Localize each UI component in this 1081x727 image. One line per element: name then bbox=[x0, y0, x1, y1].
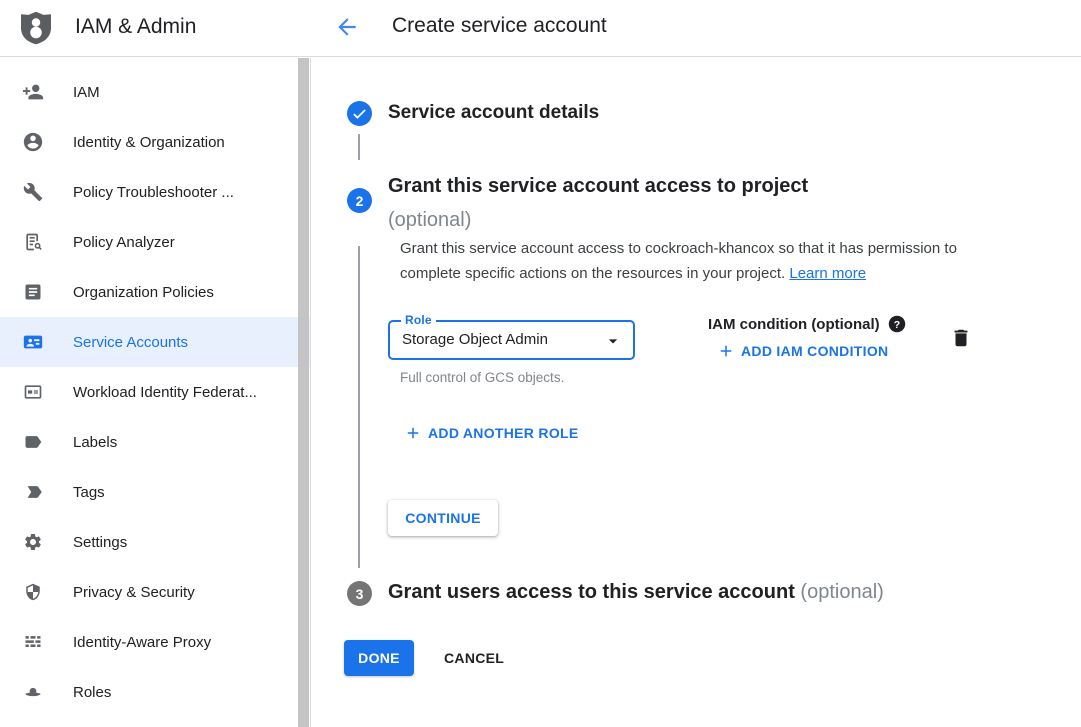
sidebar-item-workload-identity-federation[interactable]: Workload Identity Federat... bbox=[0, 367, 310, 417]
iam-condition-label: IAM condition (optional) bbox=[708, 316, 880, 333]
gear-icon bbox=[22, 531, 44, 553]
sidebar-item-label: IAM bbox=[73, 84, 100, 101]
continue-button[interactable]: CONTINUE bbox=[388, 500, 498, 536]
sidebar-item-label: Tags bbox=[73, 484, 105, 501]
step-connector bbox=[358, 134, 360, 160]
sidebar-item-identity-aware-proxy[interactable]: Identity-Aware Proxy bbox=[0, 617, 310, 667]
sidebar-item-organization-policies[interactable]: Organization Policies bbox=[0, 267, 310, 317]
learn-more-link[interactable]: Learn more bbox=[789, 265, 866, 282]
sidebar-item-tags[interactable]: Tags bbox=[0, 467, 310, 517]
step3-title: Grant users access to this service accou… bbox=[388, 581, 884, 604]
cancel-button[interactable]: CANCEL bbox=[444, 640, 504, 676]
sidebar-scrollbar[interactable] bbox=[298, 58, 309, 727]
person-add-icon bbox=[22, 81, 44, 103]
step3-optional-label: (optional) bbox=[800, 581, 883, 603]
delete-role-button[interactable] bbox=[948, 326, 974, 352]
sidebar-item-roles[interactable]: Roles bbox=[0, 667, 310, 717]
role-helper-text: Full control of GCS objects. bbox=[400, 370, 564, 385]
hat-icon bbox=[22, 681, 44, 703]
tag-icon bbox=[22, 481, 44, 503]
step2-title: Grant this service account access to pro… bbox=[388, 169, 948, 237]
app-header: IAM & Admin Create service account bbox=[0, 0, 1081, 57]
card-icon bbox=[22, 381, 44, 403]
sidebar-item-policy-analyzer[interactable]: Policy Analyzer bbox=[0, 217, 310, 267]
done-button[interactable]: DONE bbox=[344, 640, 414, 676]
sidebar-item-label: Organization Policies bbox=[73, 284, 214, 301]
sidebar-nav: IAM Identity & Organization Policy Troub… bbox=[0, 58, 311, 727]
back-button[interactable] bbox=[333, 14, 361, 42]
step2-title-text: Grant this service account access to pro… bbox=[388, 175, 808, 197]
sidebar-item-label: Policy Troubleshooter ... bbox=[73, 184, 234, 201]
sidebar-item-policy-troubleshooter[interactable]: Policy Troubleshooter ... bbox=[0, 167, 310, 217]
role-select-value: Storage Object Admin bbox=[402, 322, 548, 358]
proxy-icon bbox=[22, 631, 44, 653]
step3-title-text: Grant users access to this service accou… bbox=[388, 581, 795, 603]
step2-description: Grant this service account access to coc… bbox=[400, 236, 992, 286]
sidebar-item-privacy-security[interactable]: Privacy & Security bbox=[0, 567, 310, 617]
plus-icon bbox=[404, 424, 422, 442]
label-icon bbox=[22, 431, 44, 453]
product-title: IAM & Admin bbox=[75, 15, 196, 39]
service-account-icon bbox=[22, 331, 44, 353]
step3-badge: 3 bbox=[347, 581, 372, 606]
sidebar-item-label: Roles bbox=[73, 684, 111, 701]
step1-title: Service account details bbox=[388, 102, 599, 124]
step1-complete-icon bbox=[347, 101, 372, 126]
main-content: Service account details 2 Grant this ser… bbox=[312, 58, 1081, 727]
account-circle-icon bbox=[22, 131, 44, 153]
sidebar-item-service-accounts[interactable]: Service Accounts bbox=[0, 317, 310, 367]
page-title: Create service account bbox=[392, 14, 607, 38]
sidebar-item-label: Workload Identity Federat... bbox=[73, 384, 257, 401]
sidebar-item-label: Identity-Aware Proxy bbox=[73, 634, 211, 651]
step2-badge: 2 bbox=[347, 188, 372, 213]
sidebar-item-label: Service Accounts bbox=[73, 334, 188, 351]
article-icon bbox=[22, 281, 44, 303]
add-iam-condition-button[interactable]: ADD IAM CONDITION bbox=[717, 342, 888, 360]
dropdown-arrow-icon bbox=[603, 331, 623, 351]
shield-icon bbox=[22, 581, 44, 603]
iam-condition-row: IAM condition (optional) ? bbox=[708, 315, 906, 333]
sidebar-item-labels[interactable]: Labels bbox=[0, 417, 310, 467]
sidebar-item-label: Privacy & Security bbox=[73, 584, 195, 601]
wrench-icon bbox=[22, 181, 44, 203]
step2-optional-label: (optional) bbox=[388, 203, 948, 237]
help-icon[interactable]: ? bbox=[888, 315, 906, 333]
sidebar-item-identity-organization[interactable]: Identity & Organization bbox=[0, 117, 310, 167]
add-another-role-button[interactable]: ADD ANOTHER ROLE bbox=[404, 424, 579, 442]
arrow-back-icon bbox=[334, 14, 360, 40]
sidebar-item-settings[interactable]: Settings bbox=[0, 517, 310, 567]
sidebar-item-label: Settings bbox=[73, 534, 127, 551]
create-service-account-screen: IAM & Admin Create service account IAM I… bbox=[0, 0, 1081, 727]
plus-icon bbox=[717, 342, 735, 360]
sidebar-item-label: Identity & Organization bbox=[73, 134, 225, 151]
sidebar-item-iam[interactable]: IAM bbox=[0, 67, 310, 117]
trash-icon bbox=[950, 327, 972, 349]
svg-text:?: ? bbox=[893, 319, 899, 331]
sidebar-item-label: Labels bbox=[73, 434, 117, 451]
step-connector bbox=[358, 246, 360, 568]
policy-analyzer-icon bbox=[22, 231, 44, 253]
iam-admin-logo-icon bbox=[21, 11, 51, 45]
sidebar-item-label: Policy Analyzer bbox=[73, 234, 175, 251]
role-select[interactable]: Role Storage Object Admin bbox=[388, 320, 635, 360]
